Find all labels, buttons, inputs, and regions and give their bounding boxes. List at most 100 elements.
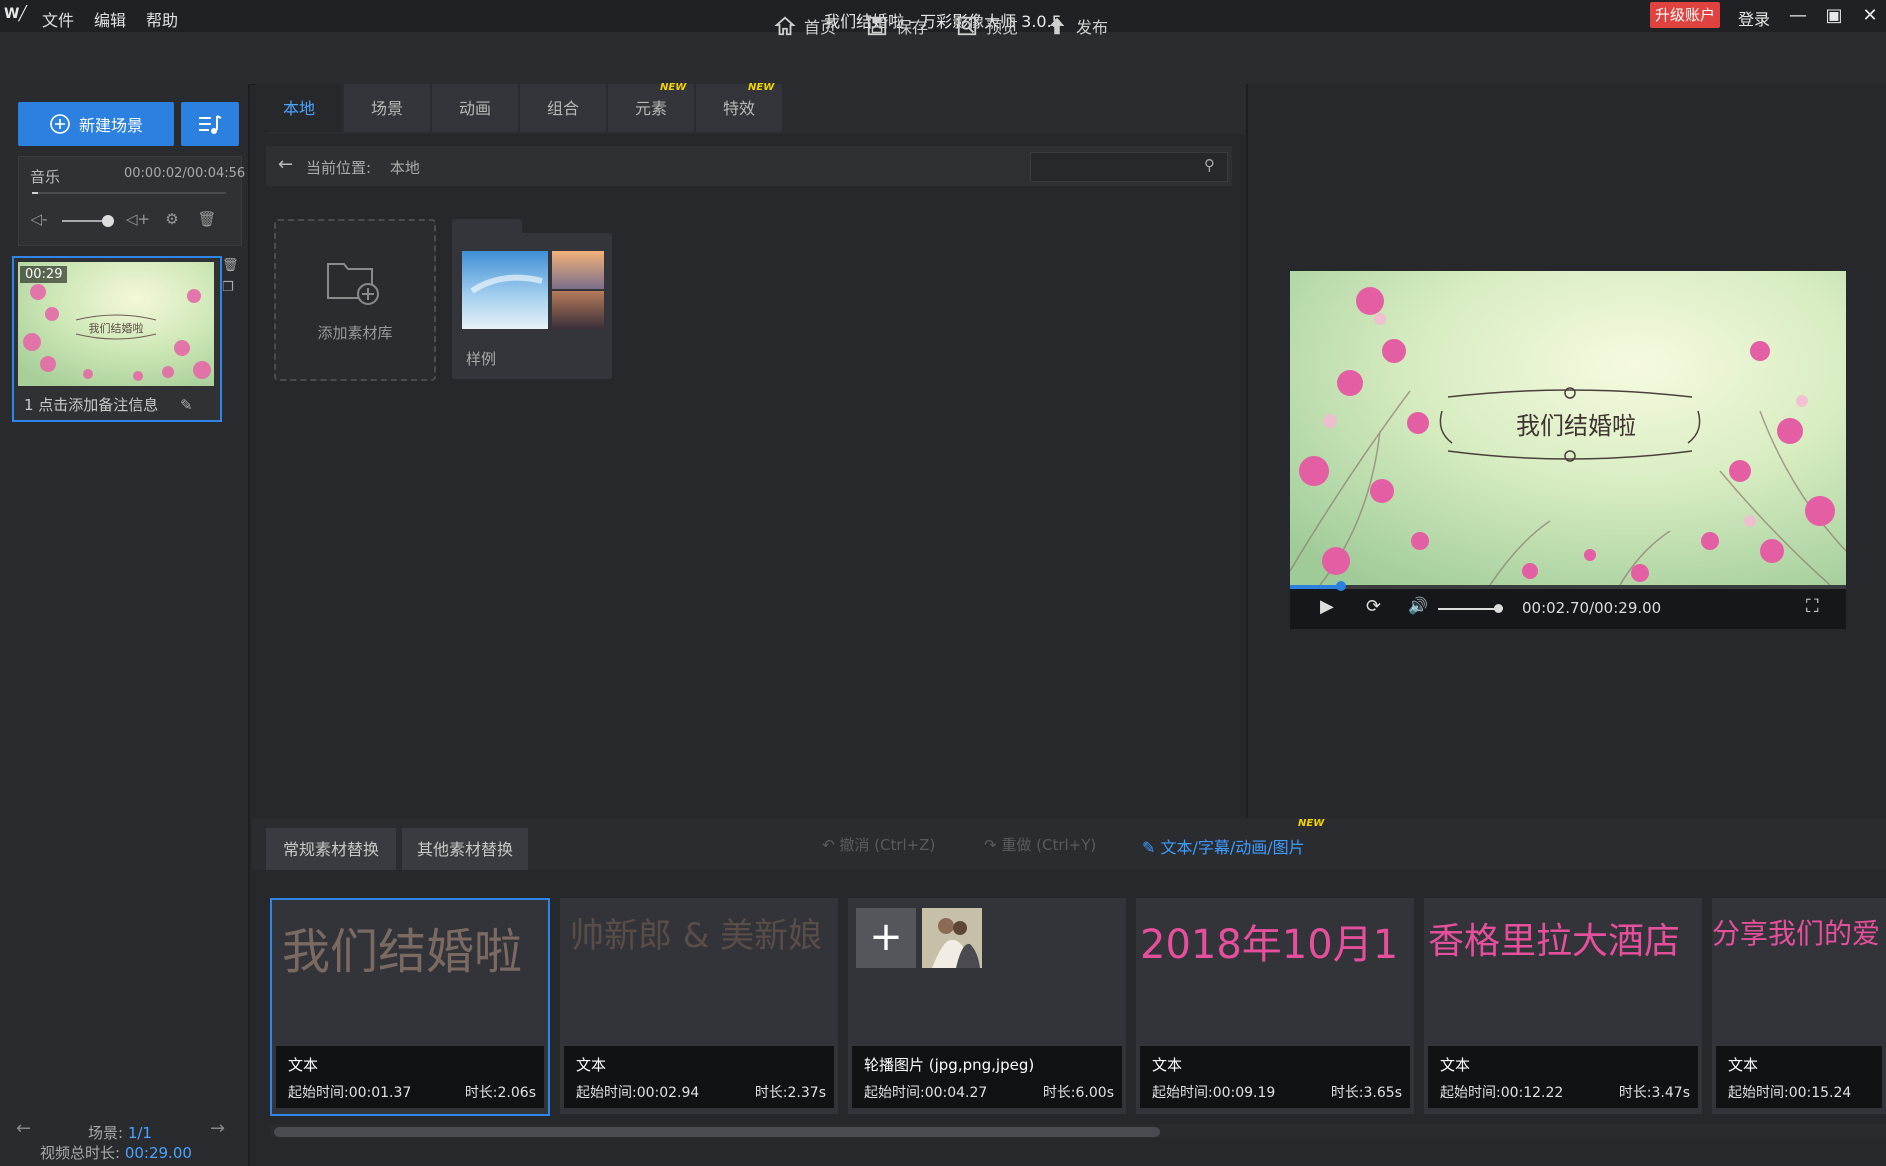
sample-folder-thumbnails: [462, 251, 604, 329]
undo-label: 撤消 (Ctrl+Z): [839, 836, 936, 854]
new-scene-button[interactable]: 新建场景: [18, 102, 174, 146]
volume-icon[interactable]: 🔊: [1408, 596, 1428, 615]
card-start-time: 起始时间:00:01.37: [288, 1085, 412, 1101]
playback-progress-fill: [1290, 585, 1342, 589]
replace-card[interactable]: 分享我们的爱 文本 起始时间:00:15.24: [1712, 898, 1886, 1114]
music-list-icon: [199, 115, 222, 134]
tab-group[interactable]: 组合: [520, 84, 606, 132]
close-icon[interactable]: ✕: [1854, 2, 1886, 30]
scene-note-caption[interactable]: 1 点击添加备注信息: [24, 394, 158, 415]
scene-list-menu-button[interactable]: [181, 102, 239, 146]
upload-icon: [1049, 17, 1065, 35]
login-button[interactable]: 登录: [1738, 6, 1770, 30]
search-icon[interactable]: ⚲: [1204, 156, 1215, 174]
preview-button[interactable]: 预览: [956, 12, 1018, 40]
current-location: 当前位置: 本地: [306, 157, 420, 178]
replay-icon[interactable]: ⟳: [1366, 596, 1381, 617]
video-preview[interactable]: 我们结婚啦: [1290, 271, 1846, 585]
card-duration: 时长:2.06s: [464, 1085, 536, 1101]
total-duration-label: 视频总时长:: [40, 1144, 125, 1162]
tab-local[interactable]: 本地: [256, 84, 342, 132]
redo-icon: ↷: [984, 836, 1002, 854]
current-location-label: 当前位置:: [306, 159, 372, 177]
volume-down-icon[interactable]: ◁-: [28, 210, 50, 232]
home-icon: [774, 16, 796, 36]
fullscreen-icon[interactable]: ⛶: [1806, 596, 1819, 617]
publish-button[interactable]: 发布: [1046, 12, 1108, 40]
text-link-label: 文本/字幕/动画/图片: [1160, 838, 1305, 857]
redo-label: 重做 (Ctrl+Y): [1001, 836, 1097, 854]
replace-card[interactable]: 帅新郎 & 美新娘 文本 起始时间:00:02.94 时长:2.37s: [560, 898, 838, 1114]
sample-folder-label: 样例: [466, 350, 497, 368]
card-preview-text: 2018年10月1日: [1140, 922, 1398, 968]
playback-progress-track[interactable]: [1290, 585, 1846, 589]
tab-other-replace[interactable]: 其他素材替换: [402, 828, 528, 870]
play-icon[interactable]: ▶: [1320, 596, 1334, 617]
card-start-time: 起始时间:00:12.22: [1440, 1085, 1564, 1101]
tab-scene[interactable]: 场景: [344, 84, 430, 132]
replace-card[interactable]: + 轮播图片 (jpg,png,jpeg) 起始时间:00:04.27 时长:6…: [848, 898, 1126, 1114]
redo-button[interactable]: ↷ 重做 (Ctrl+Y): [984, 834, 1096, 855]
music-progress-track[interactable]: [32, 192, 226, 194]
save-label: 保存: [896, 18, 929, 37]
card-duration: 时长:2.37s: [754, 1085, 826, 1101]
upgrade-account-button[interactable]: 升级账户: [1650, 2, 1720, 28]
preview-icon: [957, 16, 977, 36]
replace-card[interactable]: 2018年10月1日 文本 起始时间:00:09.19 时长:3.65s: [1136, 898, 1414, 1114]
save-icon: [867, 16, 887, 36]
scene-count-label: 场景:: [88, 1124, 128, 1142]
tab-regular-replace[interactable]: 常规素材替换: [266, 828, 396, 870]
edit-icon[interactable]: ✎: [180, 396, 193, 414]
card-duration: 时长:3.65s: [1330, 1085, 1402, 1101]
main-toolbar: [0, 32, 1886, 85]
music-time: 00:00:02/00:04:56: [124, 166, 246, 181]
home-button[interactable]: 首页: [774, 12, 836, 40]
scene-panel: [0, 84, 250, 1166]
volume-up-icon[interactable]: ◁+: [126, 210, 150, 232]
card-info: 文本 起始时间:00:02.94 时长:2.37s: [564, 1046, 834, 1108]
total-duration: 视频总时长: 00:29.00: [40, 1142, 192, 1163]
scene-count-value: 1/1: [127, 1124, 152, 1142]
save-button[interactable]: 保存: [866, 12, 928, 40]
undo-icon: ↶: [822, 836, 840, 854]
card-preview-text: 分享我们的爱: [1712, 917, 1881, 950]
add-image-button[interactable]: +: [856, 908, 916, 968]
card-type: 轮播图片 (jpg,png,jpeg): [864, 1056, 1035, 1074]
playback-time: 00:02.70/00:29.00: [1522, 599, 1662, 617]
card-preview-text: 帅新郎 & 美新娘: [570, 916, 823, 956]
replace-card[interactable]: 我们结婚啦 文本 起始时间:00:01.37 时长:2.06s: [270, 898, 550, 1116]
folder-add-icon: [327, 263, 379, 305]
card-start-time: 起始时间:00:04.27: [864, 1085, 988, 1101]
back-arrow-icon[interactable]: ←: [278, 154, 293, 175]
replace-card[interactable]: 香格里拉大酒店 文本 起始时间:00:12.22 时长:3.47s: [1424, 898, 1702, 1114]
trash-icon[interactable]: 🗑: [196, 210, 218, 232]
copy-scene-icon[interactable]: ❐: [222, 280, 238, 296]
tab-animation[interactable]: 动画: [432, 84, 518, 132]
card-type: 文本: [576, 1056, 607, 1074]
card-duration: 时长:6.00s: [1042, 1085, 1114, 1101]
library-search-input[interactable]: [1030, 152, 1228, 182]
new-badge-element: NEW: [660, 82, 687, 93]
minimize-icon[interactable]: —: [1782, 2, 1814, 30]
carousel-image-thumb[interactable]: [922, 908, 982, 968]
card-info: 文本 起始时间:00:15.24: [1716, 1046, 1882, 1108]
maximize-icon[interactable]: ▣: [1818, 2, 1850, 30]
text-subtitle-animation-image-link[interactable]: ✎ 文本/字幕/动画/图片: [1142, 834, 1305, 858]
new-badge-text-link: NEW: [1298, 818, 1325, 829]
card-type: 文本: [1152, 1056, 1183, 1074]
card-info: 文本 起始时间:00:12.22 时长:3.47s: [1428, 1046, 1698, 1108]
next-scene-icon[interactable]: →: [210, 1118, 225, 1139]
scene-duration-badge: 00:29: [20, 266, 68, 283]
playback-progress-knob[interactable]: [1336, 581, 1346, 591]
music-volume-knob[interactable]: [102, 215, 114, 227]
undo-button[interactable]: ↶ 撤消 (Ctrl+Z): [822, 834, 935, 855]
player-volume-knob[interactable]: [1494, 604, 1503, 613]
card-start-time: 起始时间:00:15.24: [1728, 1085, 1852, 1101]
card-info: 文本 起始时间:00:09.19 时长:3.65s: [1140, 1046, 1410, 1108]
gear-icon[interactable]: ⚙: [161, 210, 183, 232]
prev-scene-icon[interactable]: ←: [16, 1118, 31, 1139]
card-start-time: 起始时间:00:09.19: [1152, 1085, 1276, 1101]
player-volume-slider[interactable]: [1438, 608, 1500, 610]
delete-scene-icon[interactable]: 🗑: [222, 258, 239, 274]
cards-scrollbar-thumb[interactable]: [274, 1127, 1160, 1137]
